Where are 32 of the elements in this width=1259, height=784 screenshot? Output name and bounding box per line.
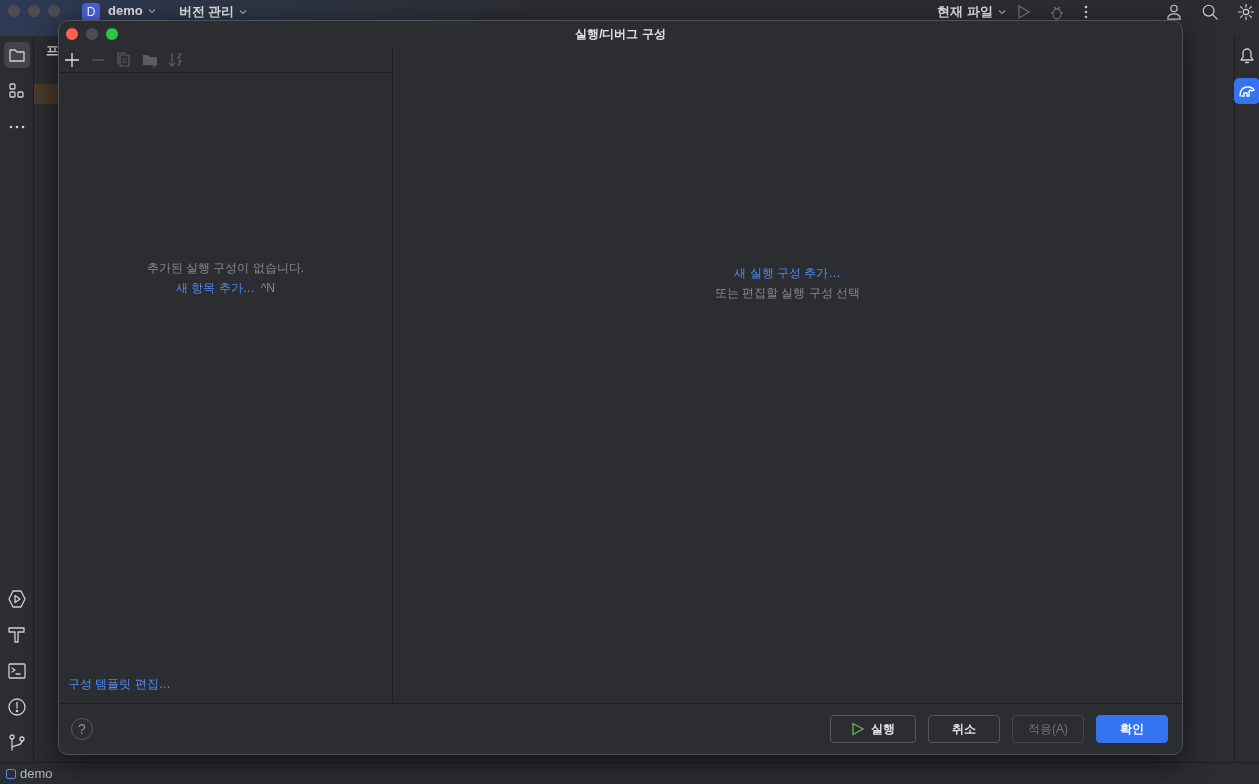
play-icon <box>851 722 865 736</box>
add-icon[interactable] <box>63 50 81 69</box>
project-icon <box>6 768 16 779</box>
project-badge[interactable]: D <box>82 3 100 21</box>
warning-icon[interactable] <box>6 697 27 717</box>
edit-templates-link[interactable]: 구성 템플릿 편집… <box>68 677 171 691</box>
bug-icon[interactable] <box>1049 4 1065 20</box>
empty-hint: 또는 편집할 실행 구성 선택 <box>714 286 861 300</box>
ok-button[interactable]: 확인 <box>1096 715 1168 743</box>
cancel-button[interactable]: 취소 <box>928 715 1000 743</box>
close-button[interactable] <box>66 28 78 40</box>
run-icon[interactable] <box>6 589 27 609</box>
add-config-link[interactable]: 새 실행 구성 추가… <box>734 266 841 280</box>
empty-message: 추가된 실행 구성이 없습니다. <box>146 260 305 275</box>
run-target-menu[interactable]: 현재 파일 <box>937 3 1007 21</box>
structure-icon[interactable] <box>6 81 27 101</box>
status-project[interactable]: demo <box>20 766 53 781</box>
add-new-link[interactable]: 새 항목 추가… <box>176 280 255 295</box>
more-icon[interactable] <box>1083 4 1089 20</box>
user-icon[interactable] <box>1165 3 1183 21</box>
vcs-menu[interactable]: 버전 관리 <box>178 3 249 21</box>
search-icon[interactable] <box>1201 3 1219 21</box>
terminal-icon[interactable] <box>6 661 27 681</box>
chevron-icon <box>997 7 1007 17</box>
shortcut-hint: ^N <box>260 280 275 295</box>
chevron-icon <box>238 7 249 17</box>
panel-title: 프 <box>46 42 59 60</box>
project-menu[interactable]: demo <box>108 3 157 18</box>
run-button[interactable]: 실행 <box>830 715 916 743</box>
zoom-button[interactable] <box>106 28 118 40</box>
branch-icon[interactable] <box>6 733 27 753</box>
dialog-title: 실행/디버그 구성 <box>575 25 666 43</box>
